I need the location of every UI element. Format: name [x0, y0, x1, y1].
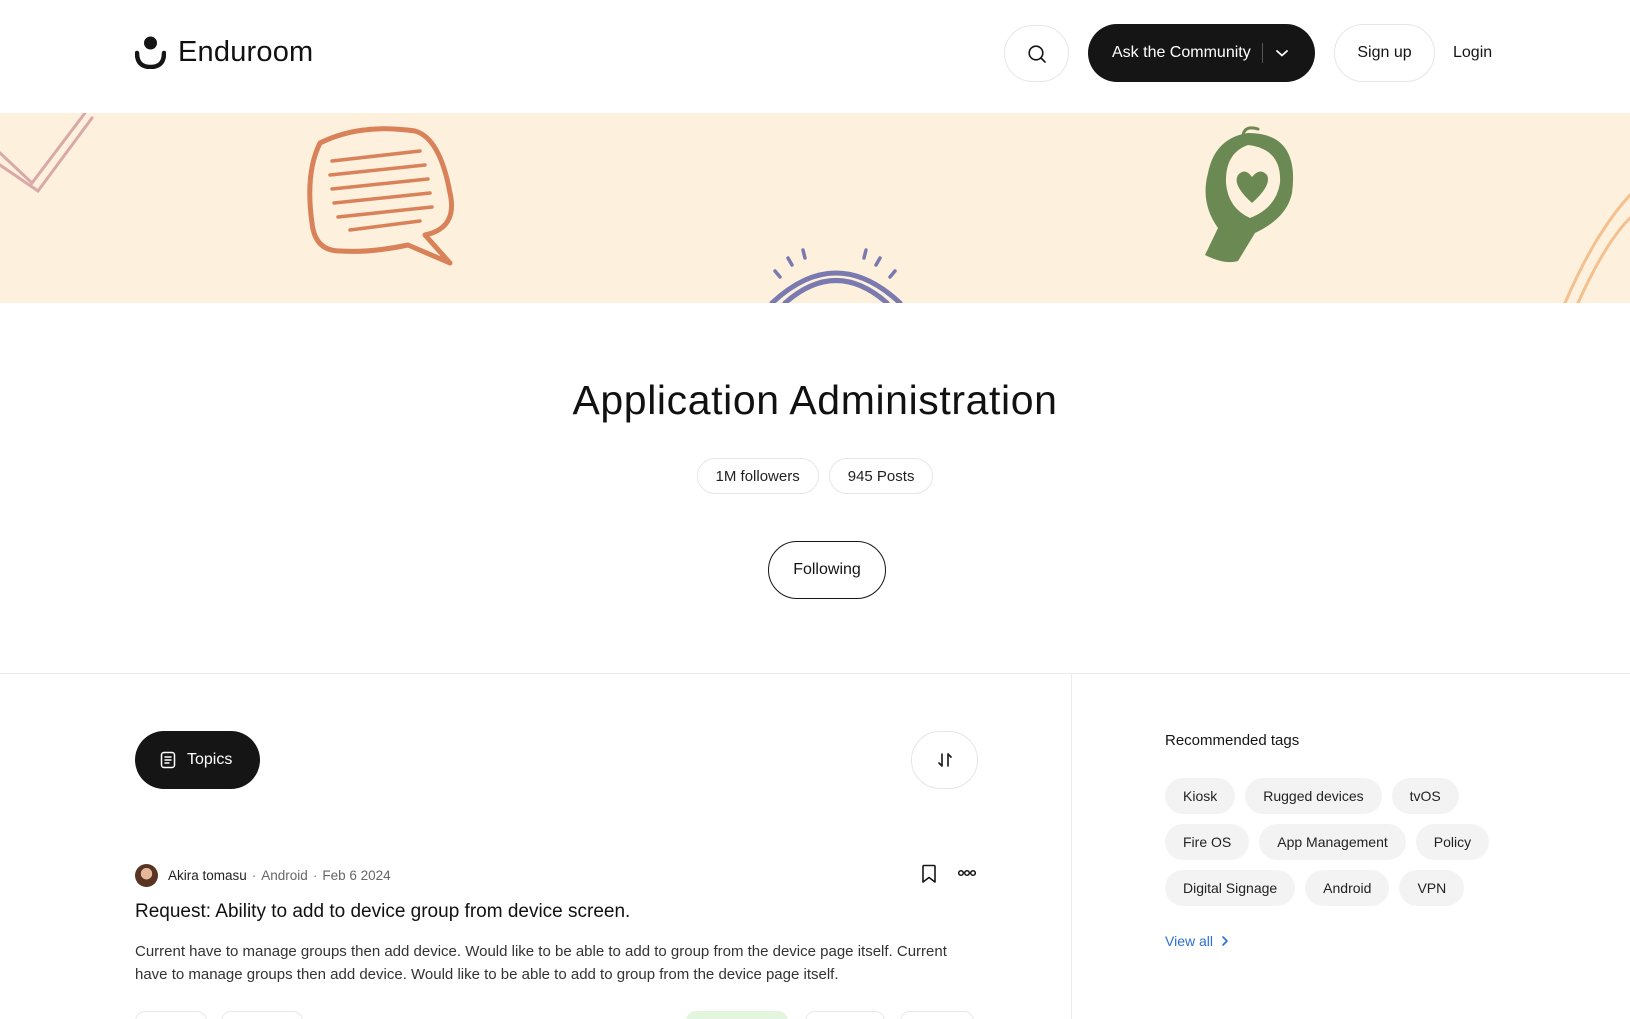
post-body: Current have to manage groups then add d… — [135, 943, 947, 983]
post-date: Feb 6 2024 — [322, 868, 391, 883]
rainbow-doodle-icon — [769, 248, 903, 303]
document-icon — [160, 751, 176, 769]
topics-label: Topics — [187, 751, 233, 768]
post-meta: Akira tomasu · Android · Feb 6 2024 — [135, 864, 391, 887]
following-button[interactable]: Following — [768, 541, 886, 599]
signup-button[interactable]: Sign up — [1334, 24, 1435, 82]
chevron-right-icon — [1222, 936, 1228, 946]
tag-chip[interactable]: App Management — [1259, 824, 1406, 860]
community-stats: 1M followers 945 Posts — [0, 458, 1630, 494]
checkmark-doodle-icon — [0, 113, 94, 194]
topics-button[interactable]: Topics — [135, 731, 260, 789]
logo-icon — [135, 36, 166, 69]
brand-logo[interactable]: Enduroom — [135, 36, 313, 69]
post-tag[interactable] — [221, 1011, 303, 1019]
tag-chip[interactable]: VPN — [1399, 870, 1465, 906]
tag-chip[interactable]: tvOS — [1391, 778, 1459, 814]
banner-illustration — [0, 113, 1630, 303]
post-tag[interactable] — [135, 1011, 207, 1019]
speech-bubble-icon — [307, 126, 454, 266]
recommended-tags-title: Recommended tags — [1165, 732, 1300, 749]
column-divider — [1071, 674, 1072, 1019]
login-link[interactable]: Login — [1453, 44, 1492, 62]
lightbulb-heart-icon — [1205, 126, 1294, 263]
brand-name: Enduroom — [178, 36, 314, 68]
tag-chip[interactable]: Android — [1305, 870, 1390, 906]
swoosh-doodle-icon — [1563, 193, 1630, 303]
view-all-label: View all — [1165, 933, 1213, 949]
avatar[interactable] — [135, 864, 158, 887]
posts-badge: 945 Posts — [828, 458, 934, 494]
sort-arrows-icon — [937, 753, 952, 767]
post-action-button[interactable] — [805, 1011, 885, 1019]
site-header: Enduroom Ask the Community Sign up Login — [0, 0, 1630, 113]
post-title[interactable]: Request: Ability to add to device group … — [135, 901, 630, 923]
meta-separator: · — [312, 868, 318, 883]
followers-badge: 1M followers — [696, 458, 819, 494]
search-icon — [1027, 44, 1046, 63]
hero-banner — [0, 113, 1630, 303]
search-button[interactable] — [1004, 25, 1069, 82]
page-title: Application Administration — [572, 377, 1058, 423]
tag-chip[interactable]: Kiosk — [1165, 778, 1236, 814]
tag-chip[interactable]: Digital Signage — [1165, 870, 1296, 906]
meta-separator: · — [251, 868, 257, 883]
tag-chip[interactable]: Fire OS — [1165, 824, 1250, 860]
sort-button[interactable] — [911, 731, 978, 789]
section-divider — [0, 673, 1630, 674]
post-author[interactable]: Akira tomasu — [168, 868, 247, 883]
more-options-icon[interactable] — [958, 866, 976, 880]
post-category[interactable]: Android — [261, 868, 308, 883]
view-all-link[interactable]: View all — [1165, 933, 1229, 949]
tag-chip[interactable]: Policy — [1415, 824, 1490, 860]
tag-chip[interactable]: Rugged devices — [1245, 778, 1382, 814]
button-separator — [1261, 43, 1263, 63]
chevron-down-icon[interactable] — [1275, 48, 1289, 58]
post-action-button[interactable] — [900, 1011, 974, 1019]
bookmark-icon[interactable] — [920, 864, 938, 884]
ask-community-button[interactable]: Ask the Community — [1088, 24, 1315, 82]
post-status-badge — [686, 1011, 788, 1019]
recommended-tags-list: Kiosk Rugged devices tvOS Fire OS App Ma… — [1165, 778, 1510, 906]
ask-community-label: Ask the Community — [1112, 44, 1251, 61]
